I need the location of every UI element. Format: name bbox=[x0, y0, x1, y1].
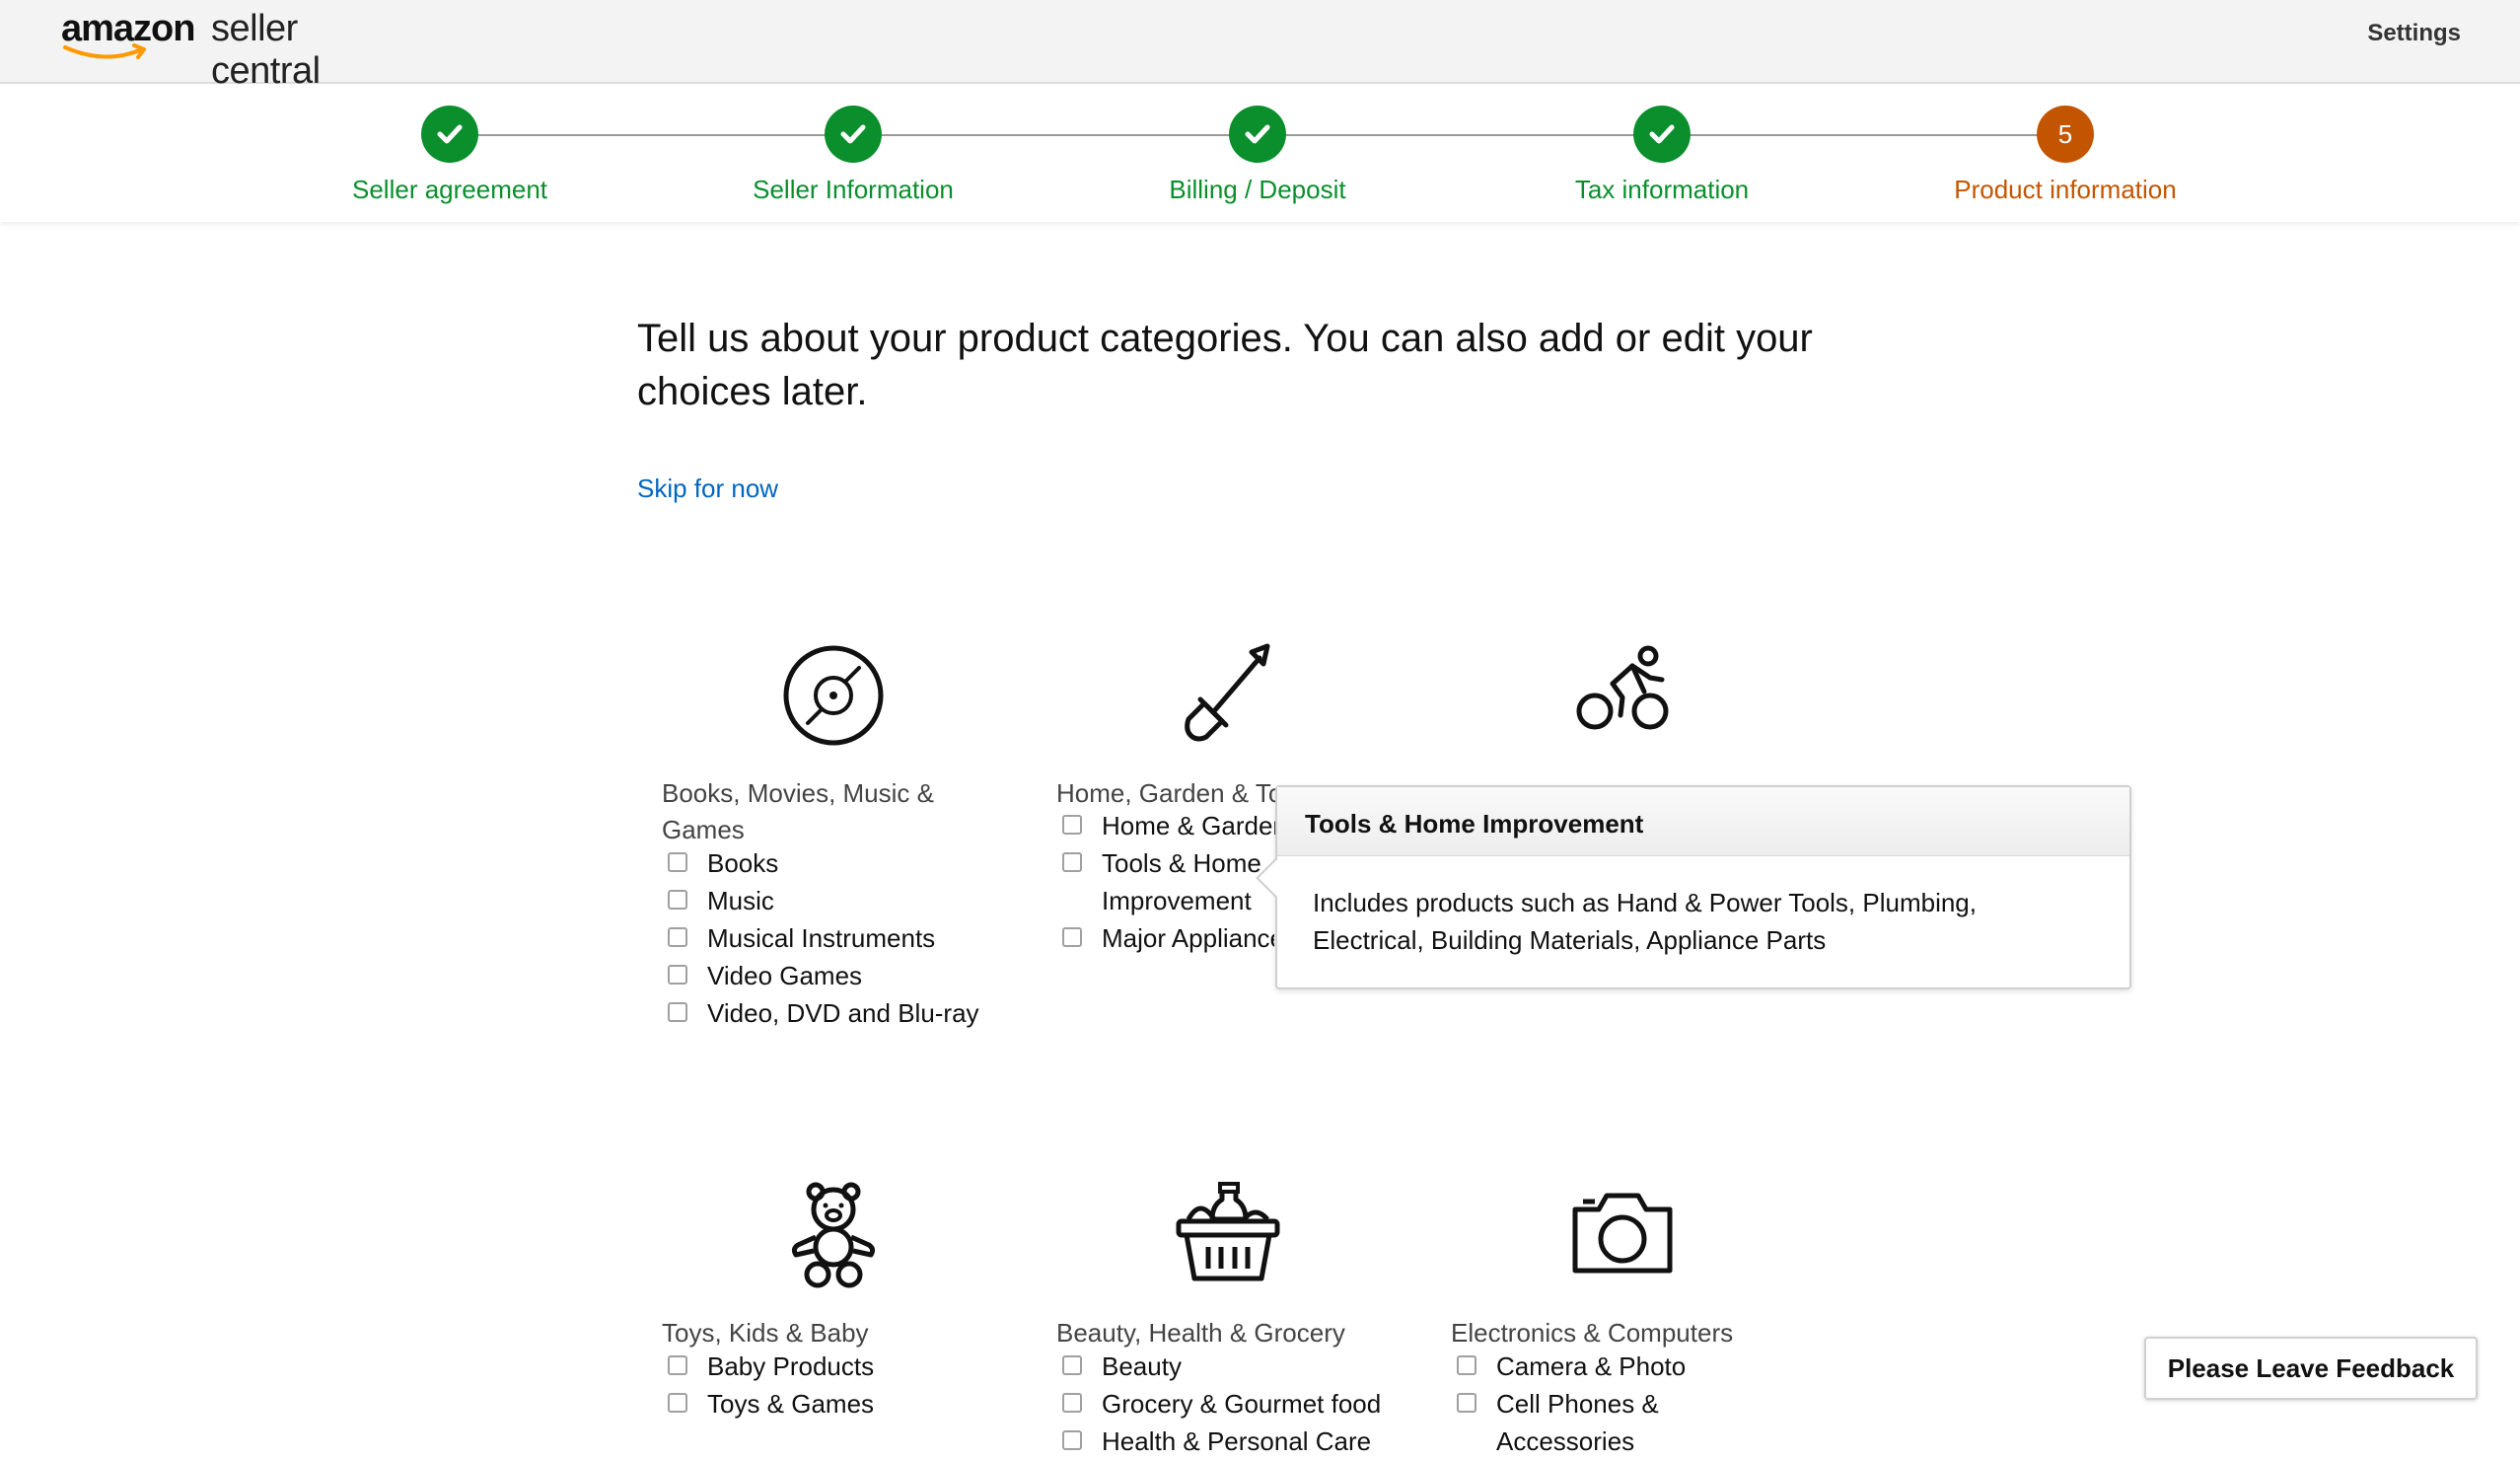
step-label: Billing / Deposit bbox=[1169, 175, 1346, 204]
checkbox[interactable] bbox=[668, 1355, 687, 1375]
category-info-popover: Tools & Home Improvement Includes produc… bbox=[1256, 785, 2131, 989]
category-option[interactable]: Video, DVD and Blu-ray bbox=[668, 994, 979, 1032]
camera-icon bbox=[1572, 1193, 1673, 1274]
checkbox[interactable] bbox=[668, 890, 687, 910]
settings-link[interactable]: Settings bbox=[2367, 20, 2461, 47]
step-complete-check-icon bbox=[825, 106, 882, 163]
category-title: Electronics & Computers bbox=[1451, 1318, 1734, 1348]
checkbox[interactable] bbox=[1062, 852, 1082, 872]
registration-progress-stepper: Seller agreement Seller Information Bill… bbox=[0, 84, 2520, 222]
shovel-icon bbox=[1185, 643, 1270, 742]
step-label: Seller Information bbox=[753, 175, 954, 204]
category-option[interactable]: Music bbox=[668, 882, 774, 919]
grocery-basket-icon bbox=[1176, 1182, 1280, 1281]
option-label: Books bbox=[707, 848, 779, 878]
step-label: Tax information bbox=[1574, 175, 1750, 204]
option-label: Grocery & Gourmet food bbox=[1102, 1389, 1382, 1419]
option-label: Cell Phones & Accessories bbox=[1496, 1389, 1659, 1456]
step-seller-agreement: Seller agreement bbox=[243, 106, 657, 205]
category-title: Books, Movies, Music & Games bbox=[662, 778, 934, 844]
option-label: Baby Products bbox=[707, 1351, 875, 1381]
checkbox[interactable] bbox=[668, 852, 687, 872]
checkbox[interactable] bbox=[1062, 1393, 1082, 1413]
step-billing-deposit: Billing / Deposit bbox=[1050, 106, 1465, 205]
option-label: Health & Personal Care bbox=[1102, 1426, 1372, 1456]
category-option[interactable]: Health & Personal Care bbox=[1062, 1423, 1371, 1460]
checkbox[interactable] bbox=[1457, 1355, 1476, 1375]
category-title: Beauty, Health & Grocery bbox=[1056, 1318, 1345, 1348]
option-label: Music bbox=[707, 886, 774, 915]
top-bar: amazon seller central Settings bbox=[0, 0, 2520, 92]
teddy-bear-icon bbox=[791, 1182, 876, 1288]
category-option[interactable]: Major Appliance bbox=[1062, 919, 1274, 957]
category-option[interactable]: Musical Instruments bbox=[668, 919, 935, 957]
amazon-seller-central-logo[interactable]: amazon seller central bbox=[61, 6, 396, 92]
category-option[interactable]: Tools & Home Improvement bbox=[1062, 844, 1274, 919]
page-heading: Tell us about your product categories. Y… bbox=[637, 317, 1813, 413]
step-label: Product information bbox=[1954, 175, 2177, 204]
category-option[interactable]: Books bbox=[668, 844, 778, 882]
option-label: Video, DVD and Blu-ray bbox=[707, 998, 979, 1028]
skip-for-now-link[interactable]: Skip for now bbox=[637, 474, 778, 504]
step-tax-information: Tax information bbox=[1455, 106, 1869, 205]
leave-feedback-button[interactable]: Please Leave Feedback bbox=[2144, 1337, 2478, 1400]
step-label: Seller agreement bbox=[352, 175, 547, 204]
cyclist-icon bbox=[1576, 645, 1669, 730]
disc-icon bbox=[783, 645, 884, 746]
category-option[interactable]: Cell Phones & Accessories bbox=[1457, 1385, 1674, 1460]
category-option[interactable]: Grocery & Gourmet food bbox=[1062, 1385, 1381, 1423]
amazon-smile-icon bbox=[63, 43, 146, 59]
option-label: Musical Instruments bbox=[707, 923, 936, 953]
category-option[interactable]: Video Games bbox=[668, 957, 862, 994]
checkbox[interactable] bbox=[668, 1002, 687, 1022]
category-option[interactable]: Baby Products bbox=[668, 1348, 874, 1385]
popover-body: Includes products such as Hand & Power T… bbox=[1313, 888, 1977, 955]
option-label: Beauty bbox=[1102, 1351, 1182, 1381]
checkbox[interactable] bbox=[1062, 1355, 1082, 1375]
checkbox[interactable] bbox=[1062, 1430, 1082, 1450]
option-label: Camera & Photo bbox=[1496, 1351, 1687, 1381]
checkbox[interactable] bbox=[1062, 815, 1082, 835]
category-option[interactable]: Home & Garden bbox=[1062, 807, 1287, 844]
step-complete-check-icon bbox=[1633, 106, 1691, 163]
category-title: Toys, Kids & Baby bbox=[662, 1318, 869, 1348]
step-seller-information: Seller Information bbox=[646, 106, 1060, 205]
option-label: Major Appliance bbox=[1102, 923, 1274, 953]
step-complete-check-icon bbox=[1229, 106, 1286, 163]
checkbox[interactable] bbox=[668, 965, 687, 985]
step-number-badge: 5 bbox=[2037, 106, 2094, 163]
category-option[interactable]: Toys & Games bbox=[668, 1385, 874, 1423]
category-option[interactable]: Camera & Photo bbox=[1457, 1348, 1686, 1385]
popover-title: Tools & Home Improvement bbox=[1277, 787, 2129, 856]
checkbox[interactable] bbox=[1062, 927, 1082, 947]
option-label: Toys & Games bbox=[707, 1389, 875, 1419]
step-complete-check-icon bbox=[421, 106, 478, 163]
category-option[interactable]: Beauty bbox=[1062, 1348, 1182, 1385]
checkbox[interactable] bbox=[1457, 1393, 1476, 1413]
option-label: Tools & Home Improvement bbox=[1102, 848, 1261, 915]
option-label: Home & Garden bbox=[1102, 811, 1287, 840]
option-label: Video Games bbox=[707, 961, 863, 990]
checkbox[interactable] bbox=[668, 927, 687, 947]
step-product-information: 5 Product information bbox=[1858, 106, 2272, 205]
logo-seller-central-text: seller central bbox=[211, 8, 321, 92]
checkbox[interactable] bbox=[668, 1393, 687, 1413]
